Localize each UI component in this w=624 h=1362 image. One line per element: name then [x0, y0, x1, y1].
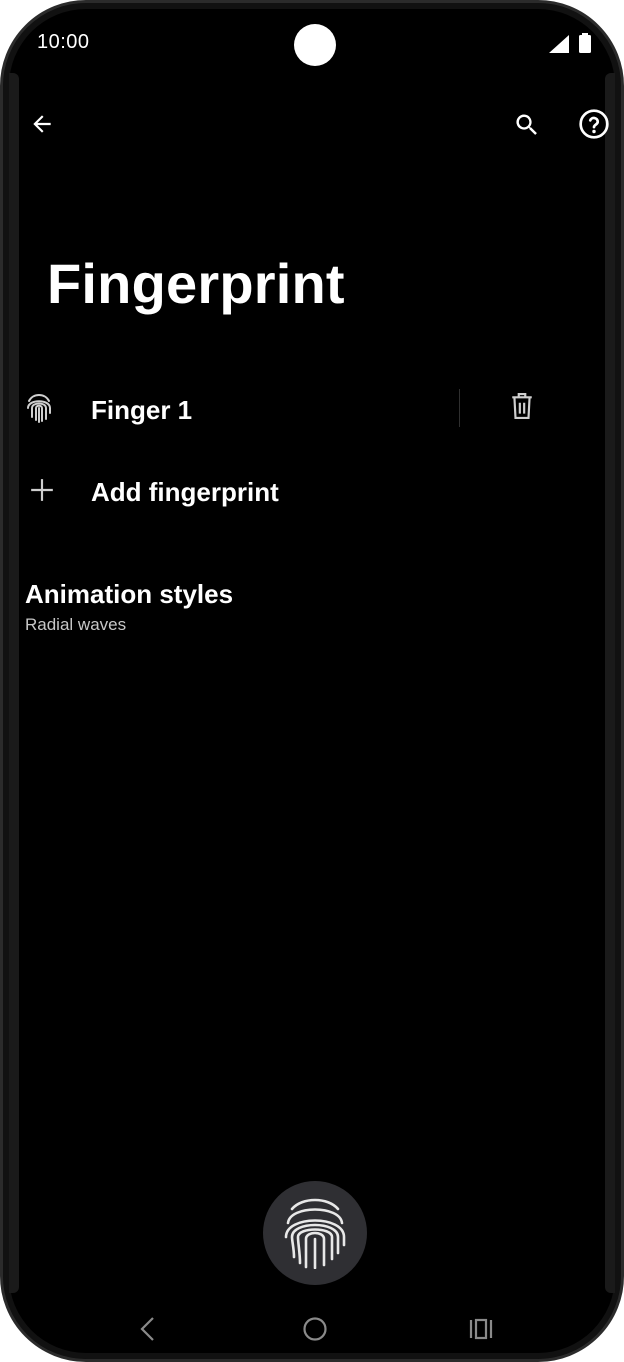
fingerprint-sensor[interactable]: [263, 1181, 367, 1285]
row-divider: [459, 389, 460, 427]
help-button[interactable]: [573, 105, 615, 147]
navigation-bar: [3, 1303, 621, 1359]
nav-recents-button[interactable]: [461, 1311, 501, 1351]
front-camera-cutout: [294, 24, 336, 66]
plus-icon: [29, 477, 55, 508]
add-fingerprint-label: Add fingerprint: [91, 477, 279, 507]
arrow-left-icon: [29, 111, 55, 142]
signal-icon: [549, 35, 569, 58]
add-fingerprint-row[interactable]: Add fingerprint: [3, 461, 603, 521]
animation-styles-value: Radial waves: [25, 615, 127, 634]
status-time: 10:00: [37, 31, 90, 53]
nav-home-button[interactable]: [295, 1311, 335, 1351]
back-nav-icon: [138, 1316, 156, 1347]
battery-icon: [579, 33, 591, 58]
back-button[interactable]: [23, 107, 61, 145]
help-icon: [578, 108, 610, 145]
screen-edge-right: [605, 73, 615, 1293]
fingerprint-label: Finger 1: [91, 395, 193, 425]
trash-icon: [509, 391, 535, 426]
fingerprint-icon: [25, 391, 53, 428]
fingerprint-sensor-icon: [280, 1193, 350, 1274]
status-icons: [549, 33, 591, 58]
phone-frame: 10:00 Fingerprint Finger 1 Add fingerpri…: [0, 0, 624, 1362]
animation-styles-title: Animation styles: [25, 579, 234, 609]
nav-back-button[interactable]: [127, 1311, 167, 1351]
search-icon: [513, 111, 541, 144]
home-nav-icon: [302, 1316, 328, 1347]
page-title: Fingerprint: [47, 252, 345, 315]
screen-edge-left: [9, 73, 19, 1293]
search-button[interactable]: [507, 107, 547, 147]
recents-nav-icon: [468, 1317, 494, 1346]
fingerprint-row[interactable]: Finger 1: [3, 379, 459, 439]
delete-fingerprint-button[interactable]: [503, 389, 541, 427]
